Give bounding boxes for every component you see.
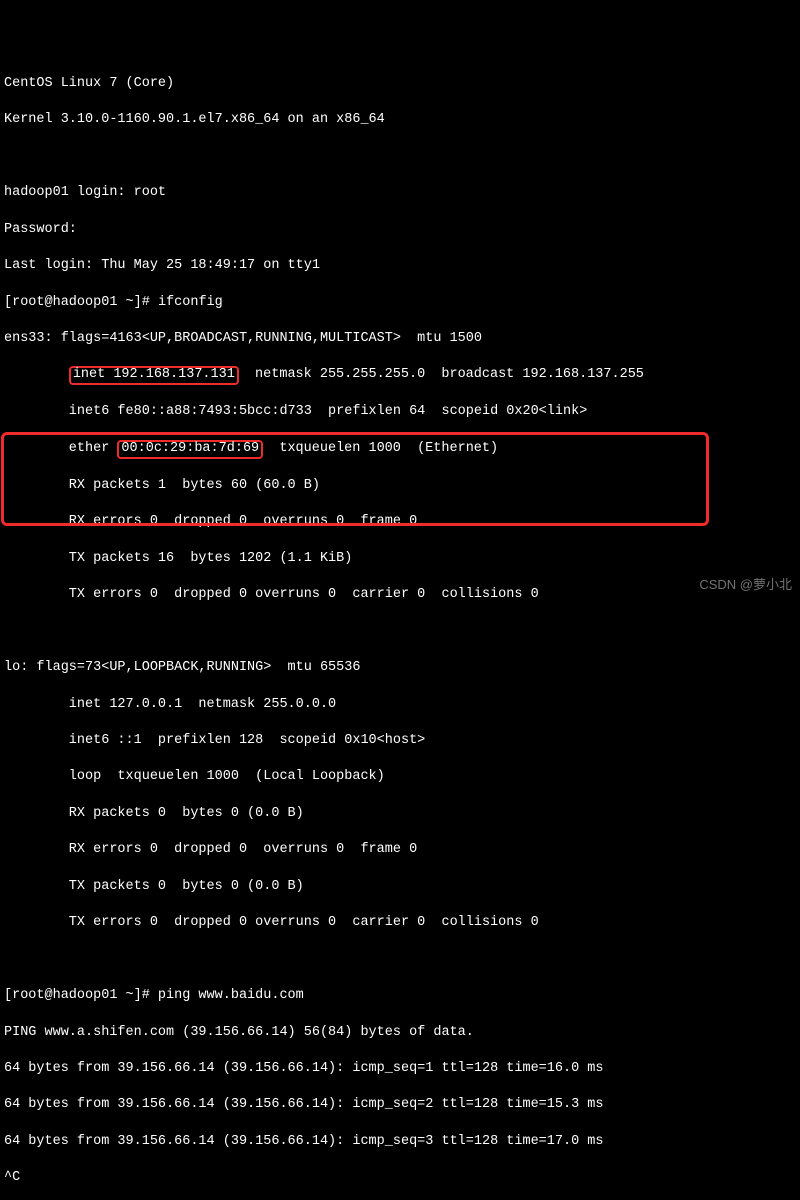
ether-rest: txqueuelen 1000 (Ethernet)	[263, 441, 498, 456]
highlight-inet-address: inet 192.168.137.131	[69, 366, 239, 385]
ping-reply-1: 64 bytes from 39.156.66.14 (39.156.66.14…	[4, 1060, 796, 1078]
last-login: Last login: Thu May 25 18:49:17 on tty1	[4, 257, 796, 275]
indent: ether	[4, 441, 117, 456]
lo-inet6: inet6 ::1 prefixlen 128 scopeid 0x10<hos…	[4, 732, 796, 750]
ens33-inet6: inet6 fe80::a88:7493:5bcc:d733 prefixlen…	[4, 403, 796, 421]
password-prompt: Password:	[4, 221, 796, 239]
lo-rx-errors: RX errors 0 dropped 0 overruns 0 frame 0	[4, 841, 796, 859]
ens33-tx-errors: TX errors 0 dropped 0 overruns 0 carrier…	[4, 586, 796, 604]
prompt-prefix: [root@hadoop01 ~]#	[4, 295, 158, 310]
ens33-header: ens33: flags=4163<UP,BROADCAST,RUNNING,M…	[4, 330, 796, 348]
command-text: ifconfig	[158, 295, 223, 310]
ens33-rx-packets: RX packets 1 bytes 60 (60.0 B)	[4, 477, 796, 495]
ping-reply-2: 64 bytes from 39.156.66.14 (39.156.66.14…	[4, 1096, 796, 1114]
watermark: CSDN @萝小北	[699, 576, 792, 594]
inet-rest: netmask 255.255.255.0 broadcast 192.168.…	[239, 367, 644, 382]
lo-loop: loop txqueuelen 1000 (Local Loopback)	[4, 768, 796, 786]
ens33-ether: ether 00:0c:29:ba:7d:69 txqueuelen 1000 …	[4, 440, 796, 459]
lo-rx-packets: RX packets 0 bytes 0 (0.0 B)	[4, 805, 796, 823]
shell-prompt-ifconfig[interactable]: [root@hadoop01 ~]# ifconfig	[4, 294, 796, 312]
lo-tx-packets: TX packets 0 bytes 0 (0.0 B)	[4, 878, 796, 896]
indent	[4, 367, 69, 382]
ens33-rx-errors: RX errors 0 dropped 0 overruns 0 frame 0	[4, 513, 796, 531]
blank	[4, 951, 796, 969]
ens33-inet: inet 192.168.137.131 netmask 255.255.255…	[4, 366, 796, 385]
ens33-tx-packets: TX packets 16 bytes 1202 (1.1 KiB)	[4, 550, 796, 568]
lo-inet: inet 127.0.0.1 netmask 255.0.0.0	[4, 696, 796, 714]
lo-tx-errors: TX errors 0 dropped 0 overruns 0 carrier…	[4, 914, 796, 932]
ping-reply-3: 64 bytes from 39.156.66.14 (39.156.66.14…	[4, 1133, 796, 1151]
blank	[4, 623, 796, 641]
blank	[4, 148, 796, 166]
kernel-line: Kernel 3.10.0-1160.90.1.el7.x86_64 on an…	[4, 111, 796, 129]
shell-prompt-ping[interactable]: [root@hadoop01 ~]# ping www.baidu.com	[4, 987, 796, 1005]
os-line: CentOS Linux 7 (Core)	[4, 75, 796, 93]
ping-header: PING www.a.shifen.com (39.156.66.14) 56(…	[4, 1024, 796, 1042]
lo-header: lo: flags=73<UP,LOOPBACK,RUNNING> mtu 65…	[4, 659, 796, 677]
login-prompt: hadoop01 login: root	[4, 184, 796, 202]
ping-break: ^C	[4, 1169, 796, 1187]
highlight-mac-address: 00:0c:29:ba:7d:69	[117, 440, 263, 459]
